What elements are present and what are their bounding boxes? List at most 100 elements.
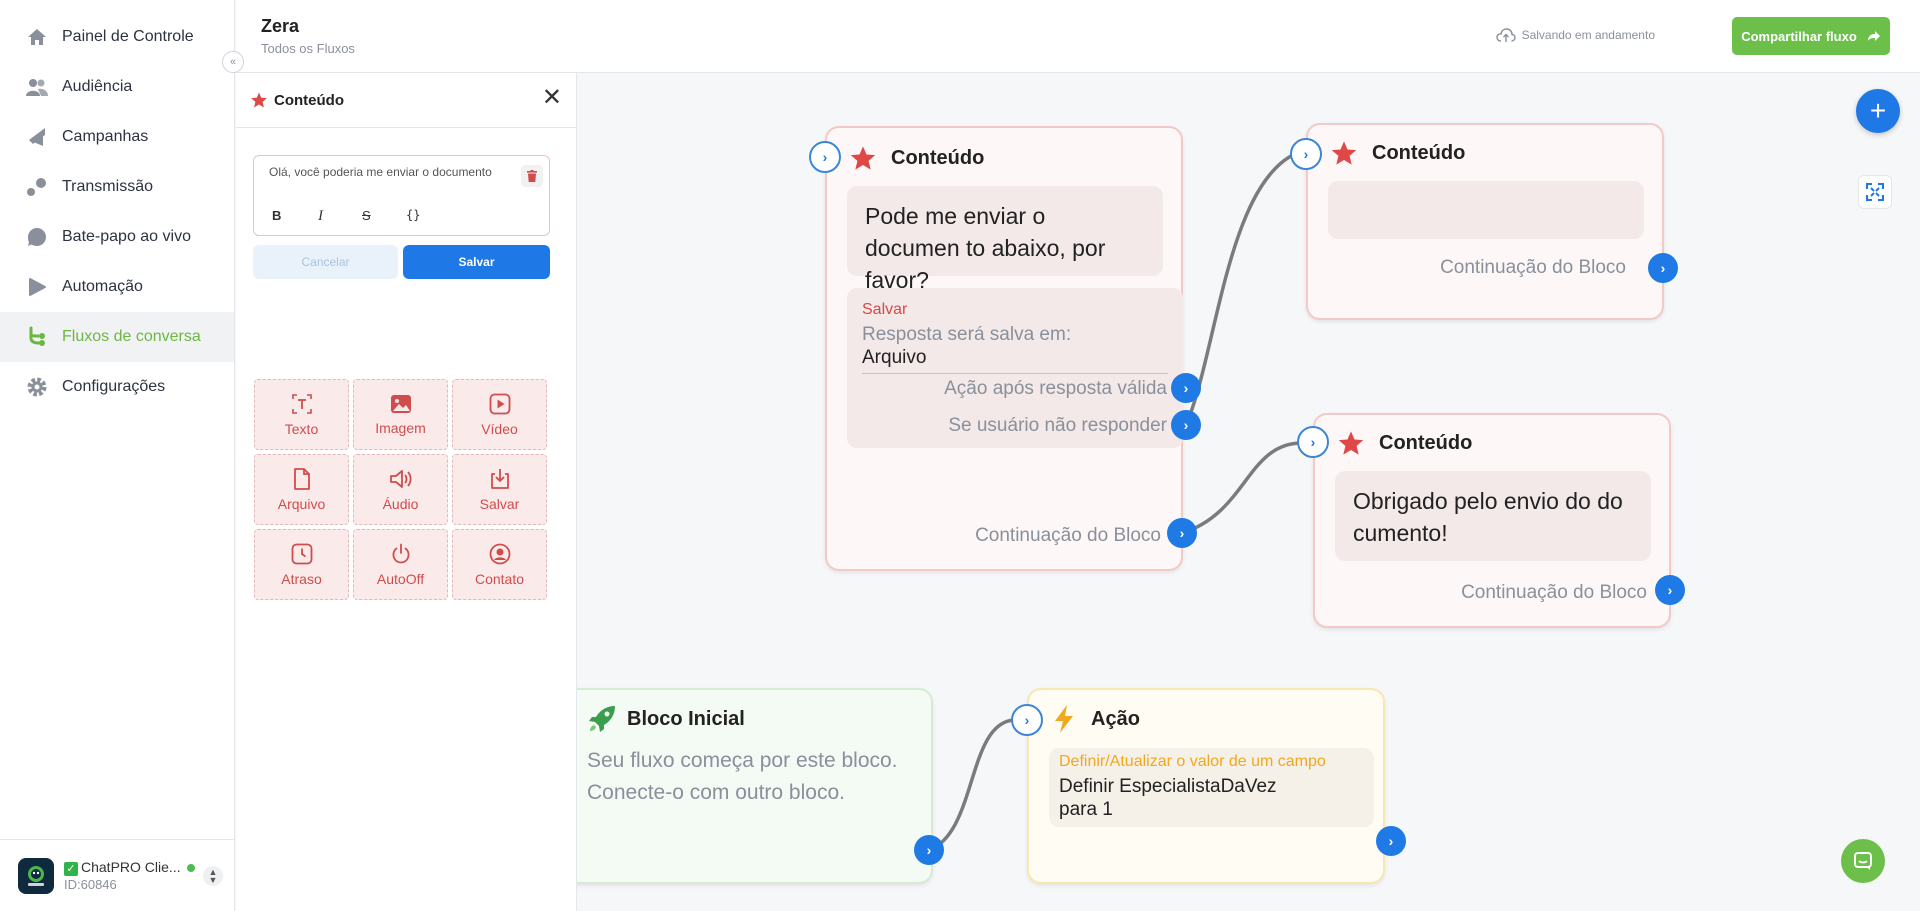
- action-output-port[interactable]: ›: [1376, 826, 1406, 856]
- sidebar-item-bate-papo[interactable]: Bate-papo ao vivo: [0, 212, 234, 262]
- action-input-port[interactable]: ›: [1011, 704, 1043, 736]
- cancel-button[interactable]: Cancelar: [253, 245, 398, 279]
- edge-node1-node3: [1181, 441, 1303, 535]
- sidebar-item-painel[interactable]: Painel de Controle: [0, 12, 234, 62]
- fullscreen-button[interactable]: [1858, 175, 1892, 209]
- panel-title: Conteúdo: [274, 91, 344, 109]
- flow-icon: [26, 326, 48, 348]
- online-status-icon: [186, 863, 195, 872]
- node3-input-port[interactable]: ›: [1297, 426, 1329, 458]
- node2-input-port[interactable]: ›: [1290, 138, 1322, 170]
- divider: [862, 373, 1168, 374]
- sidebar-item-label: Transmissão: [62, 178, 153, 195]
- edge-node1-node2: [1184, 151, 1298, 426]
- start-block[interactable]: Bloco Inicial Seu fluxo começa por este …: [577, 688, 933, 884]
- users-icon: [26, 76, 48, 98]
- tile-label: Imagem: [375, 419, 426, 436]
- share-flow-button[interactable]: Compartilhar fluxo: [1732, 17, 1890, 55]
- tile-label: Áudio: [382, 495, 419, 512]
- sidebar-item-configuracoes[interactable]: Configurações: [0, 362, 234, 412]
- sort-arrows-icon[interactable]: ▲ ▼: [203, 866, 223, 886]
- node1-continuation-port[interactable]: ›: [1167, 518, 1197, 548]
- message-bubble: Obrigado pelo envio do do cumento!: [1335, 471, 1651, 561]
- save-button[interactable]: Salvar: [403, 245, 550, 279]
- verified-icon: ✓: [64, 861, 78, 876]
- close-icon[interactable]: ✕: [542, 86, 562, 110]
- save-field: Arquivo: [862, 347, 927, 368]
- sidebar-item-automacao[interactable]: Automação: [0, 262, 234, 312]
- download-icon: [490, 468, 509, 489]
- block-title: Conteúdo: [891, 147, 985, 169]
- save-label: Salvar: [862, 301, 908, 318]
- bold-button[interactable]: B: [272, 208, 281, 223]
- node3-continuation-port[interactable]: ›: [1655, 575, 1685, 605]
- chat-icon: [26, 226, 48, 248]
- sidebar-item-campanhas[interactable]: Campanhas: [0, 112, 234, 162]
- account-id: ID:60846: [64, 876, 117, 892]
- sidebar-item-transmissao[interactable]: Transmissão: [0, 162, 234, 212]
- content-block-2[interactable]: Conteúdo Continuação do Bloco: [1306, 123, 1664, 320]
- rocket-icon: [587, 704, 617, 739]
- action-line-1: Definir EspecialistaDaVez: [1059, 776, 1277, 797]
- share-flow-label: Compartilhar fluxo: [1741, 28, 1857, 44]
- tile-arquivo[interactable]: Arquivo: [254, 454, 349, 525]
- star-icon: [849, 144, 877, 177]
- megaphone-icon: [26, 126, 48, 148]
- variables-button[interactable]: {}: [406, 208, 420, 222]
- content-editor-panel: Conteúdo ✕ Olá, você poderia me enviar o…: [236, 73, 577, 911]
- content-block-1[interactable]: Conteúdo Pode me enviar o documen to aba…: [825, 126, 1183, 571]
- tile-salvar[interactable]: Salvar: [452, 454, 547, 525]
- collapse-sidebar-button[interactable]: «: [222, 51, 244, 73]
- share-arrow-icon: [1867, 30, 1881, 42]
- support-chat-button[interactable]: [1841, 839, 1885, 883]
- chat-bubble-icon: [1854, 852, 1872, 870]
- tile-contato[interactable]: Contato: [452, 529, 547, 600]
- node1-noreply-output-port[interactable]: ›: [1171, 410, 1201, 440]
- flow-canvas[interactable]: Conteúdo Pode me enviar o documen to aba…: [577, 73, 1920, 911]
- panel-header: Conteúdo: [236, 73, 576, 128]
- content-block-3[interactable]: Conteúdo Obrigado pelo envio do do cumen…: [1313, 413, 1671, 628]
- breadcrumb-all-flows[interactable]: Todos os Fluxos: [261, 41, 355, 56]
- block-title: Ação: [1091, 708, 1140, 730]
- tile-atraso[interactable]: Atraso: [254, 529, 349, 600]
- sidebar-item-label: Bate-papo ao vivo: [62, 228, 191, 245]
- message-bubble: Pode me enviar o documen to abaixo, por …: [847, 186, 1163, 293]
- saving-text: Salvando em andamento: [1521, 28, 1655, 42]
- tile-imagem[interactable]: Imagem: [353, 379, 448, 450]
- tile-label: Vídeo: [481, 420, 518, 437]
- message-editor[interactable]: Olá, você poderia me enviar o documento …: [253, 155, 550, 236]
- add-block-button[interactable]: +: [1856, 89, 1900, 133]
- no-reply-label: Se usuário não responder: [948, 415, 1167, 436]
- block-title: Conteúdo: [1372, 142, 1466, 164]
- sidebar-item-audiencia[interactable]: Audiência: [0, 62, 234, 112]
- sidebar-item-label: Fluxos de conversa: [62, 328, 201, 345]
- sidebar: Painel de Controle Audiência Campanhas T…: [0, 0, 235, 911]
- italic-button[interactable]: I: [318, 208, 323, 225]
- node1-valid-output-port[interactable]: ›: [1171, 373, 1201, 403]
- play-icon: [26, 276, 48, 298]
- node2-continuation-port[interactable]: ›: [1648, 253, 1678, 283]
- sidebar-item-fluxos[interactable]: Fluxos de conversa: [0, 312, 234, 362]
- contact-icon: [489, 543, 510, 564]
- action-block[interactable]: Ação Definir/Atualizar o valor de um cam…: [1027, 688, 1385, 884]
- start-output-port[interactable]: ›: [914, 835, 944, 865]
- account-switcher[interactable]: ✓ ChatPRO Clie... ID:60846 ▲ ▼: [0, 839, 235, 911]
- strikethrough-button[interactable]: S: [362, 208, 371, 223]
- image-icon: [390, 394, 411, 413]
- tile-label: Contato: [474, 570, 525, 587]
- power-icon: [392, 543, 409, 563]
- tile-video[interactable]: Vídeo: [452, 379, 547, 450]
- file-icon: [293, 467, 310, 490]
- lightning-icon: [1053, 704, 1075, 739]
- sidebar-item-label: Campanhas: [62, 128, 149, 145]
- save-description: Resposta será salva em:: [862, 324, 1072, 345]
- tile-audio[interactable]: Áudio: [353, 454, 448, 525]
- fullscreen-icon: [1866, 183, 1884, 201]
- node1-input-port[interactable]: ›: [809, 141, 841, 173]
- tile-autooff[interactable]: AutoOff: [353, 529, 448, 600]
- message-input[interactable]: Olá, você poderia me enviar o documento: [269, 165, 519, 179]
- tile-texto[interactable]: Texto: [254, 379, 349, 450]
- block-title: Conteúdo: [1379, 432, 1473, 454]
- trash-icon[interactable]: [521, 165, 543, 187]
- home-icon: [26, 26, 48, 48]
